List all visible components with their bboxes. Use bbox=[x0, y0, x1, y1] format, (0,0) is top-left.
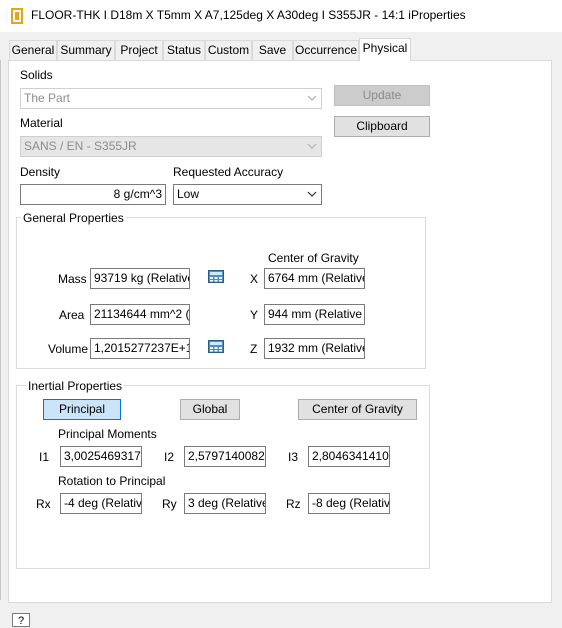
i3-label: I3 bbox=[288, 450, 299, 464]
title-bar: FLOOR-THK I D18m X T5mm X A7,125deg X A3… bbox=[0, 0, 562, 32]
area-value[interactable]: 21134644 mm^2 (R bbox=[90, 304, 190, 325]
y-label: Y bbox=[250, 308, 259, 322]
clipboard-button[interactable]: Clipboard bbox=[334, 116, 430, 137]
cog-x-value[interactable]: 6764 mm (Relative bbox=[264, 268, 365, 289]
principal-moments-title: Principal Moments bbox=[58, 427, 157, 441]
i1-label: I1 bbox=[39, 450, 50, 464]
ry-label: Ry bbox=[162, 497, 177, 511]
window-title: FLOOR-THK I D18m X T5mm X A7,125deg X A3… bbox=[31, 8, 466, 22]
help-button[interactable]: ? bbox=[12, 613, 30, 627]
z-label: Z bbox=[250, 342, 258, 356]
volume-label: Volume bbox=[48, 342, 89, 356]
area-label: Area bbox=[59, 308, 85, 322]
accuracy-label: Requested Accuracy bbox=[173, 165, 284, 179]
solids-label: Solids bbox=[20, 68, 53, 82]
update-button: Update bbox=[334, 85, 430, 106]
accuracy-value: Low bbox=[177, 187, 200, 201]
chevron-down-icon bbox=[307, 143, 317, 149]
accuracy-select[interactable]: Low bbox=[173, 184, 322, 205]
i2-value[interactable]: 2,57971400827 bbox=[184, 446, 266, 467]
i3-value[interactable]: 2,80463414100 bbox=[308, 446, 390, 467]
rz-label: Rz bbox=[286, 497, 301, 511]
solids-value: The Part bbox=[24, 91, 71, 105]
iproperties-app-icon bbox=[11, 8, 23, 24]
center-of-gravity-button[interactable]: Center of Gravity bbox=[298, 399, 417, 420]
tab-summary[interactable]: Summary bbox=[57, 40, 115, 60]
cog-z-value[interactable]: 1932 mm (Relative bbox=[264, 338, 365, 359]
tab-physical[interactable]: Physical bbox=[359, 38, 411, 61]
material-value: SANS / EN - S355JR bbox=[24, 139, 137, 153]
tab-occurrence[interactable]: Occurrence bbox=[293, 40, 359, 60]
rx-label: Rx bbox=[36, 497, 51, 511]
rx-value[interactable]: -4 deg (Relative bbox=[60, 493, 142, 514]
global-button[interactable]: Global bbox=[180, 399, 240, 420]
ry-value[interactable]: 3 deg (Relative bbox=[184, 493, 266, 514]
tab-general[interactable]: General bbox=[9, 40, 57, 60]
tab-project[interactable]: Project bbox=[115, 40, 163, 60]
mass-value[interactable]: 93719 kg (Relative bbox=[90, 268, 190, 289]
rz-value[interactable]: -8 deg (Relative bbox=[308, 493, 390, 514]
tab-status[interactable]: Status bbox=[163, 40, 205, 60]
status-bar bbox=[0, 603, 562, 627]
calculator-icon[interactable] bbox=[208, 340, 224, 353]
i1-value[interactable]: 3,0025469317E bbox=[60, 446, 142, 467]
cog-y-value[interactable]: 944 mm (Relative E bbox=[264, 304, 365, 325]
general-properties-title: General Properties bbox=[21, 211, 126, 225]
inertial-properties-title: Inertial Properties bbox=[26, 379, 125, 393]
chevron-down-icon bbox=[307, 191, 317, 197]
material-select: SANS / EN - S355JR bbox=[20, 136, 322, 157]
chevron-down-icon bbox=[307, 95, 317, 101]
material-label: Material bbox=[20, 116, 63, 130]
i2-label: I2 bbox=[164, 450, 175, 464]
density-input[interactable]: 8 g/cm^3 bbox=[20, 184, 166, 205]
density-label: Density bbox=[20, 165, 61, 179]
tab-custom[interactable]: Custom bbox=[205, 40, 252, 60]
solids-select: The Part bbox=[20, 88, 322, 109]
x-label: X bbox=[250, 272, 259, 286]
tab-save[interactable]: Save bbox=[252, 40, 293, 60]
window-left-edge bbox=[0, 60, 1, 600]
mass-label: Mass bbox=[58, 272, 87, 286]
cog-title: Center of Gravity bbox=[268, 251, 359, 265]
principal-button[interactable]: Principal bbox=[43, 399, 121, 420]
rotation-title: Rotation to Principal bbox=[58, 474, 166, 488]
calculator-icon[interactable] bbox=[208, 270, 224, 283]
volume-value[interactable]: 1,2015277237E+10 bbox=[90, 338, 190, 359]
